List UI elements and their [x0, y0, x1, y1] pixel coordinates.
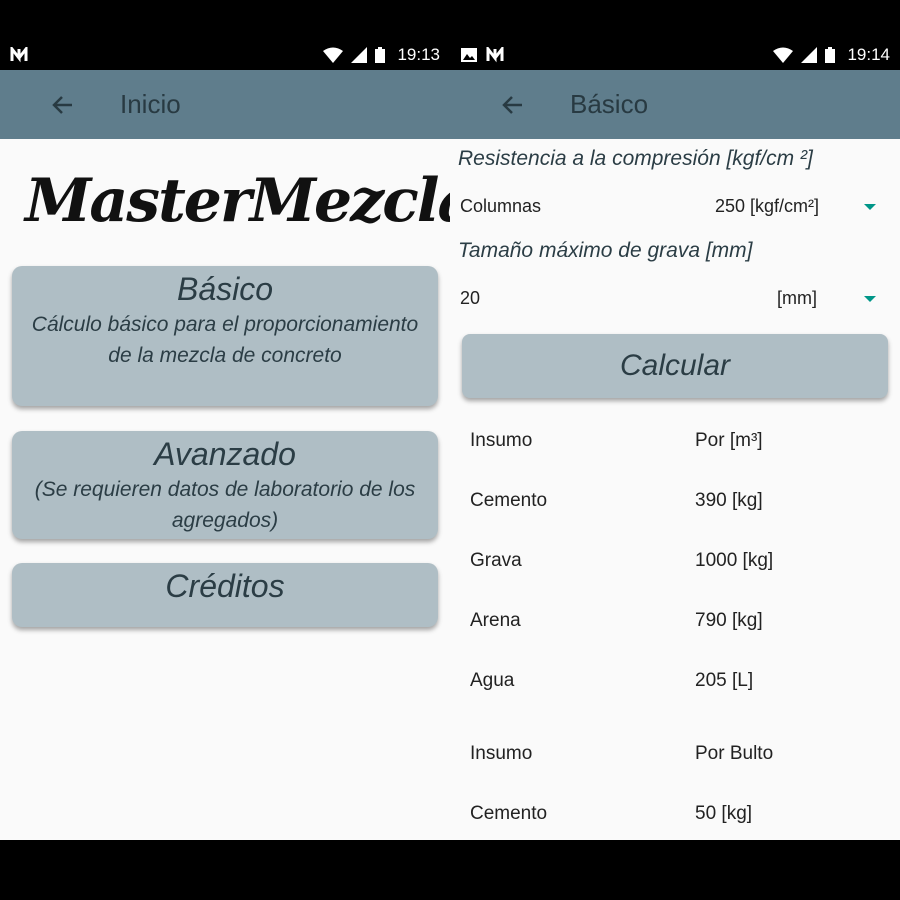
- result-cantidad: Por Bulto: [695, 743, 774, 764]
- result-insumo: Cemento: [470, 803, 548, 824]
- page-title: Básico: [570, 89, 649, 119]
- dropdown-arrow-icon[interactable]: [864, 204, 876, 210]
- app-logo: MasterMezcla: [25, 166, 450, 236]
- battery-icon: [825, 47, 836, 63]
- basico-screen: 19:14 Básico Resistencia a la compresión…: [450, 40, 900, 840]
- card-title: Avanzado: [154, 436, 296, 472]
- result-cantidad: 390 [kg]: [695, 490, 763, 511]
- status-time: 19:14: [847, 45, 890, 64]
- calcular-button[interactable]: Calcular: [462, 334, 888, 398]
- inicio-screen: 19:13 Inicio MasterMezcla Básico Cálculo…: [0, 40, 450, 840]
- result-insumo: Arena: [470, 610, 521, 631]
- result-cantidad: 50 [kg]: [695, 803, 753, 824]
- creditos-card-button[interactable]: Créditos: [12, 563, 438, 627]
- battery-icon: [375, 47, 386, 63]
- basico-card-button[interactable]: Básico Cálculo básico para el proporcion…: [12, 266, 438, 406]
- avanzado-card-button[interactable]: Avanzado (Se requieren datos de laborato…: [12, 431, 438, 539]
- app-bar: Inicio: [0, 70, 450, 139]
- wifi-icon: [323, 47, 344, 63]
- resistencia-label: Resistencia a la compresión [kgf/cm ²]: [458, 147, 813, 170]
- grava-unit: [mm]: [777, 288, 817, 308]
- signal-icon: [801, 47, 818, 63]
- card-title: Créditos: [165, 568, 285, 604]
- signal-icon: [351, 47, 368, 63]
- result-cantidad: 790 [kg]: [695, 610, 763, 631]
- tipo-value: Columnas: [460, 196, 542, 216]
- result-insumo: Cemento: [470, 490, 548, 511]
- status-time: 19:13: [397, 45, 440, 64]
- result-cantidad: Por [m³]: [695, 430, 763, 451]
- page-title: Inicio: [120, 89, 181, 119]
- back-arrow-icon[interactable]: [500, 90, 530, 120]
- card-subtitle: Cálculo básico para el proporcionamiento…: [31, 313, 419, 367]
- grava-value: 20: [460, 288, 481, 308]
- card-subtitle: (Se requieren datos de laboratorio de lo…: [34, 478, 416, 532]
- wifi-icon: [773, 47, 794, 63]
- result-insumo: Agua: [470, 670, 515, 691]
- result-cantidad: 205 [L]: [695, 670, 754, 691]
- card-title: Básico: [176, 271, 274, 307]
- result-insumo: Insumo: [470, 430, 533, 451]
- n-notification-icon: [10, 47, 28, 63]
- grava-label: Tamaño máximo de grava [mm]: [458, 239, 753, 262]
- status-bar: 19:14: [450, 40, 900, 70]
- device-frame: 19:13 Inicio MasterMezcla Básico Cálculo…: [0, 0, 900, 900]
- status-bar: 19:13: [0, 40, 450, 70]
- resistencia-value: 250 [kgf/cm²]: [715, 196, 820, 216]
- result-cantidad: 1000 [kg]: [695, 550, 774, 571]
- result-insumo: Insumo: [470, 743, 533, 764]
- app-bar: Básico: [450, 70, 900, 139]
- n-notification-icon: [486, 47, 504, 63]
- result-insumo: Grava: [470, 550, 522, 571]
- back-arrow-icon[interactable]: [50, 90, 80, 120]
- dropdown-arrow-icon[interactable]: [864, 296, 876, 302]
- image-notification-icon: [460, 47, 478, 63]
